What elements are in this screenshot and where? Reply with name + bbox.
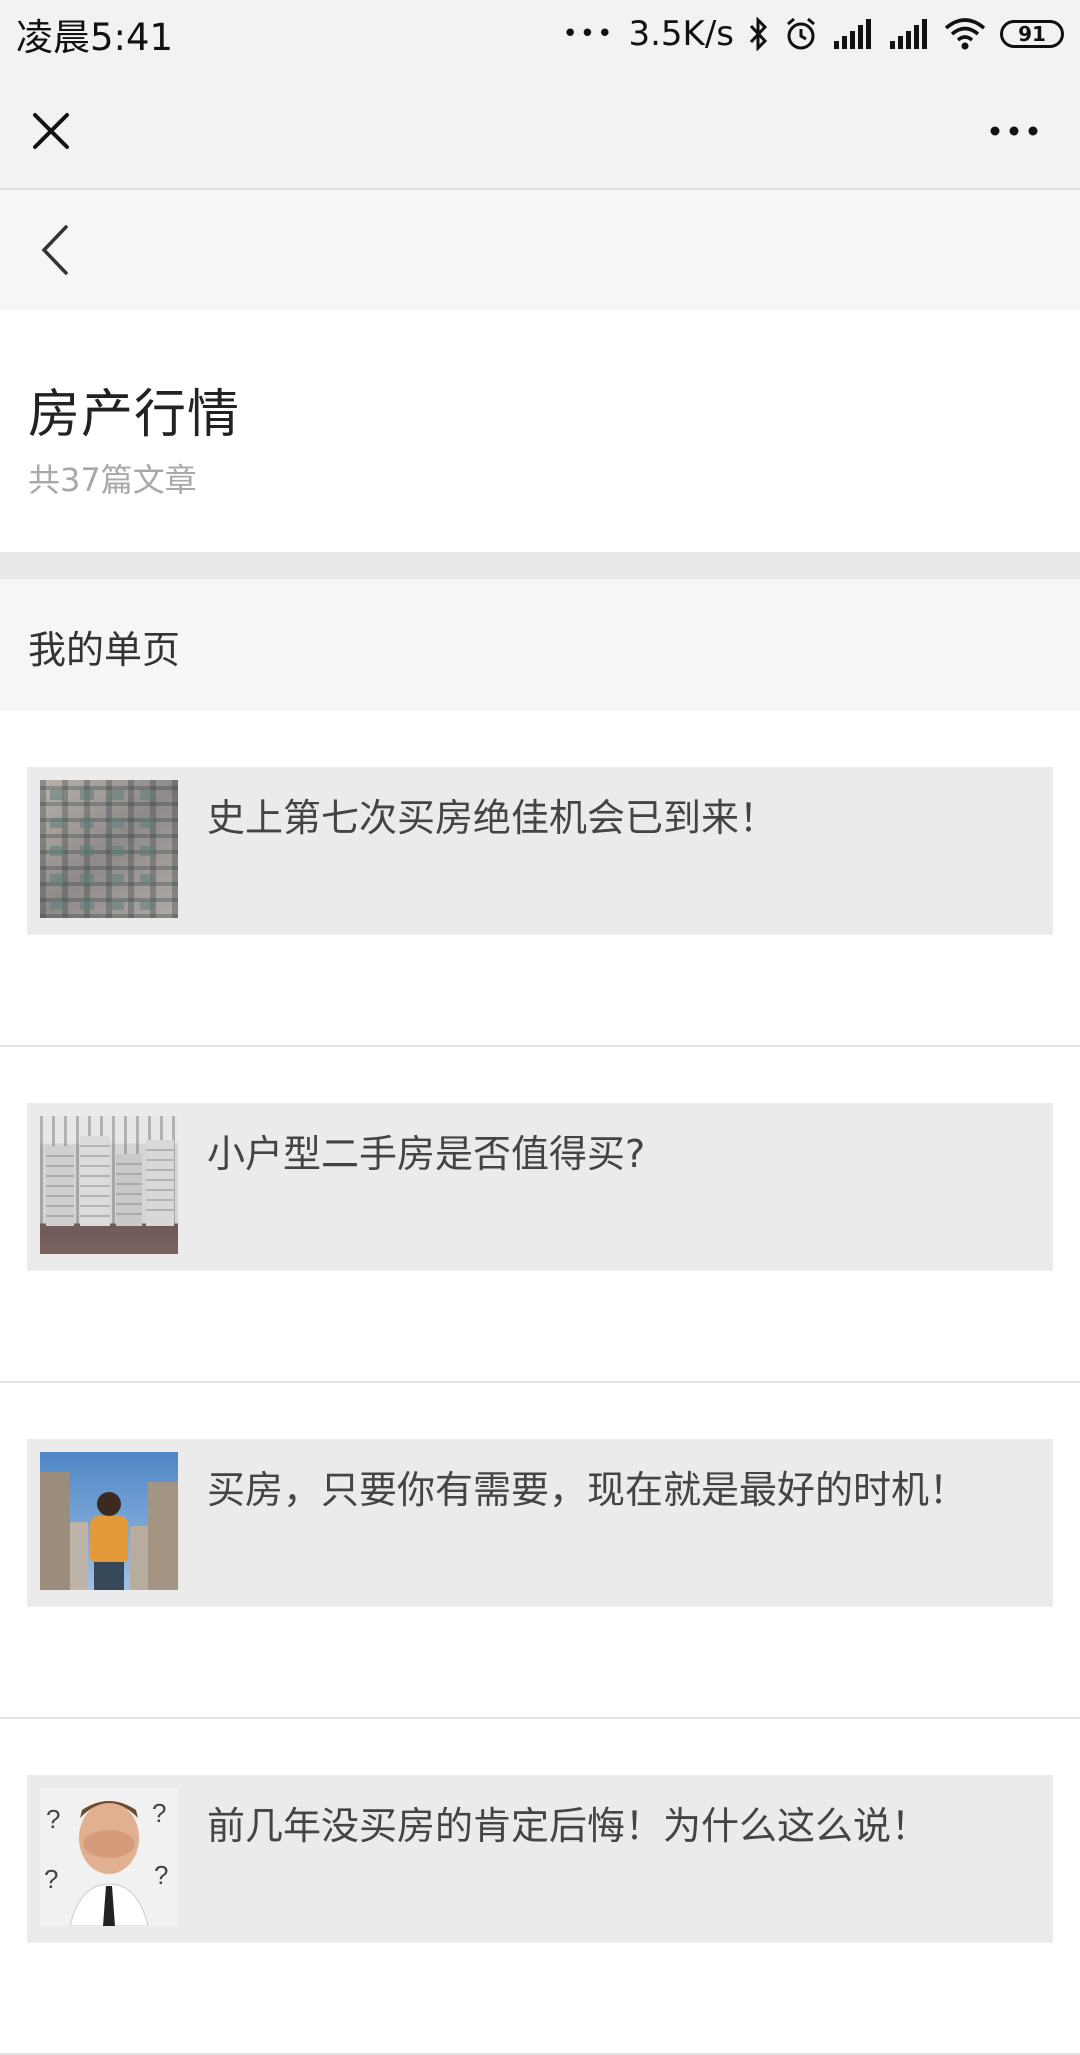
more-button[interactable] — [984, 106, 1044, 156]
back-button[interactable] — [30, 220, 80, 280]
network-speed: 3.5K/s — [628, 14, 734, 54]
svg-text:?: ? — [152, 1798, 166, 1828]
close-icon — [33, 113, 69, 149]
list-item: 小户型二手房是否值得买? — [0, 1047, 1080, 1383]
article-title: 前几年没买房的肯定后悔！为什么这么说！ — [207, 1804, 930, 1848]
more-dots: ••• — [562, 19, 615, 49]
wifi-icon — [944, 18, 986, 50]
article-card[interactable]: 小户型二手房是否值得买? — [27, 1103, 1053, 1271]
status-time: 凌晨5:41 — [16, 16, 174, 59]
apartment-facade-image — [40, 780, 178, 918]
section-divider — [0, 552, 1080, 579]
article-card[interactable]: 买房，只要你有需要，现在就是最好的时机！ — [27, 1439, 1053, 1607]
chevron-left-icon — [41, 225, 68, 275]
alarm-icon — [784, 17, 818, 51]
article-card[interactable]: ? ? ? ? 前几年没买房的肯定后悔！为什么这么说！ — [27, 1775, 1053, 1943]
list-item: 史上第七次买房绝佳机会已到来！ — [0, 711, 1080, 1047]
status-indicators: ••• 3.5K/s 91 — [562, 14, 1064, 54]
bluetooth-icon — [748, 17, 770, 51]
battery-icon: 91 — [1000, 20, 1064, 48]
list-item: 买房，只要你有需要，现在就是最好的时机！ — [0, 1383, 1080, 1719]
signal-icon — [832, 19, 874, 49]
article-count: 共37篇文章 — [28, 461, 197, 499]
close-button[interactable] — [26, 106, 76, 156]
signal-icon — [888, 19, 930, 49]
svg-text:?: ? — [154, 1860, 168, 1890]
collection-header: 房产行情 共37篇文章 — [0, 310, 1080, 552]
article-title: 买房，只要你有需要，现在就是最好的时机！ — [207, 1468, 968, 1512]
more-icon — [990, 126, 1038, 136]
svg-text:?: ? — [46, 1804, 60, 1834]
top-nav — [0, 68, 1080, 190]
article-card[interactable]: 史上第七次买房绝佳机会已到来！ — [27, 767, 1053, 935]
back-bar — [0, 190, 1080, 310]
svg-text:?: ? — [44, 1864, 58, 1894]
section-header: 我的单页 — [0, 579, 1080, 711]
article-list: 史上第七次买房绝佳机会已到来！ 小户型二手房是否值得买? 买房，只要你有需要，现… — [0, 711, 1080, 2055]
man-looking-at-buildings-image — [40, 1452, 178, 1590]
battery-level: 91 — [1018, 22, 1046, 46]
facepalm-man-image: ? ? ? ? — [40, 1788, 178, 1926]
article-title: 史上第七次买房绝佳机会已到来！ — [207, 796, 778, 840]
section-title: 我的单页 — [28, 628, 181, 672]
high-rise-buildings-image — [40, 1116, 178, 1254]
status-bar: 凌晨5:41 ••• 3.5K/s 91 — [0, 0, 1080, 68]
list-item: ? ? ? ? 前几年没买房的肯定后悔！为什么这么说！ — [0, 1719, 1080, 2055]
article-title: 小户型二手房是否值得买? — [207, 1132, 646, 1176]
page-title: 房产行情 — [28, 385, 241, 445]
